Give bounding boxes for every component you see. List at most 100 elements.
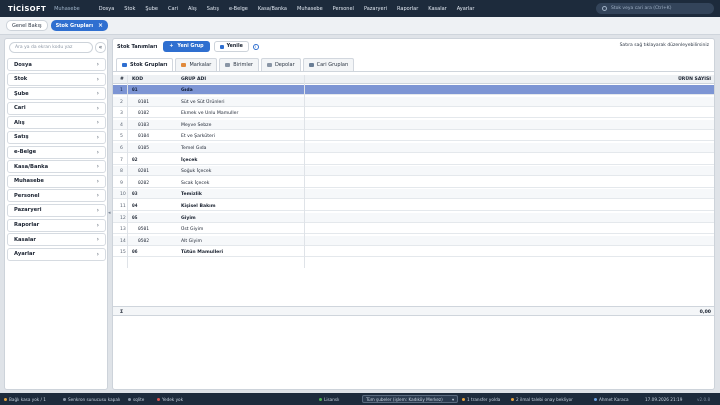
menu-raporlar[interactable]: Raporlar xyxy=(392,6,423,12)
sidebar-item-muhasebe[interactable]: Muhasebe › xyxy=(7,174,106,188)
table-row[interactable]: 8 0201 Soğuk İçecek xyxy=(113,166,714,177)
table-row[interactable]: 3 0102 Ekmek ve Unlu Mamuller xyxy=(113,108,714,119)
row-index: 12 xyxy=(120,215,126,221)
approval-dot-icon xyxy=(511,398,514,401)
sidebar-item-pazaryeri[interactable]: Pazaryeri › xyxy=(7,203,106,217)
table-row[interactable]: 2 0101 Süt ve Süt Ürünleri xyxy=(113,96,714,107)
new-group-button[interactable]: + Yeni Grup xyxy=(163,41,210,52)
column-code[interactable]: KOD xyxy=(132,77,143,82)
collapse-sidebar-button[interactable]: « xyxy=(95,42,106,53)
table-row[interactable]: 12 05 Giyim xyxy=(113,212,714,223)
close-icon[interactable]: × xyxy=(98,22,103,29)
table-row[interactable]: 15 06 Tütün Mamulleri xyxy=(113,247,714,258)
subtab-label: Markalar xyxy=(189,62,212,68)
sidebar-item-sube[interactable]: Şube › xyxy=(7,87,106,101)
table-row[interactable]: 11 04 Kişisel Bakım xyxy=(113,201,714,211)
sidebar-item-kasa-banka[interactable]: Kasa/Banka › xyxy=(7,160,106,174)
sidebar-item-label: Personel xyxy=(14,192,40,199)
column-count[interactable]: ÜRÜN SAYISI xyxy=(678,77,711,82)
table-row[interactable]: 9 0202 Sıcak İçecek xyxy=(113,178,714,188)
row-group-name: Soğuk İçecek xyxy=(181,169,212,175)
sidebar-item-label: Kasalar xyxy=(14,236,36,243)
sub-tabs: Stok Grupları Markalar Birimler Depolar … xyxy=(113,56,714,72)
menu-alis[interactable]: Alış xyxy=(183,6,202,12)
row-code: 01 xyxy=(132,88,138,93)
status-user[interactable]: Ahmet Karaca xyxy=(594,397,629,402)
row-index: 8 xyxy=(120,169,123,175)
info-icon[interactable]: i xyxy=(252,43,259,50)
menu-muhasebe[interactable]: Muhasebe xyxy=(292,6,328,12)
chevron-right-icon: › xyxy=(96,133,99,141)
row-group-name: Kişisel Bakım xyxy=(181,204,216,209)
refresh-button[interactable]: Yenile xyxy=(213,41,249,52)
column-name[interactable]: GRUP ADI xyxy=(181,77,206,82)
status-transfer[interactable]: 1 transfer yolda xyxy=(462,397,500,402)
sidebar-item-satis[interactable]: Satış › xyxy=(7,130,106,144)
top-bar: TİCİSOFT Muhasebe Dosya Stok Şube Cari A… xyxy=(0,0,720,17)
check-dot-icon xyxy=(319,398,322,401)
warehouse-icon xyxy=(266,63,272,67)
transfer-dot-icon xyxy=(462,398,465,401)
sidebar-item-label: Kasa/Banka xyxy=(14,163,49,170)
column-index[interactable]: # xyxy=(120,77,124,82)
sidebar-item-stok[interactable]: Stok › xyxy=(7,72,106,86)
tab-stok-gruplari[interactable]: Stok Grupları × xyxy=(50,20,109,31)
table-row[interactable]: 14 0502 Alt Giyim xyxy=(113,235,714,246)
sidebar-item-label: Şube xyxy=(14,90,29,97)
row-code: 0105 xyxy=(138,146,150,151)
table-row[interactable]: 4 0103 Meyve Sebze xyxy=(113,119,714,130)
tab-label: Genel Bakış xyxy=(12,22,42,29)
row-group-name: Tütün Mamulleri xyxy=(181,250,224,256)
tab-label: Stok Grupları xyxy=(55,22,94,29)
menu-ebelge[interactable]: e-Belge xyxy=(224,6,253,12)
menu-ayarlar[interactable]: Ayarlar xyxy=(452,6,480,12)
server-dot-icon xyxy=(63,398,66,401)
module-label: Muhasebe xyxy=(54,5,80,12)
table-row[interactable]: 10 03 Temizlik xyxy=(113,189,714,200)
subtab-cari-gruplari[interactable]: Cari Grupları xyxy=(302,58,355,71)
sidebar-item-ebelge[interactable]: e-Belge › xyxy=(7,145,106,159)
sidebar-item-alis[interactable]: Alış › xyxy=(7,116,106,130)
status-approvals[interactable]: 2 ilmal talebi onay bekliyor xyxy=(511,397,573,402)
tab-bar: Genel Bakış Stok Grupları × xyxy=(0,17,720,35)
menu-kasalar[interactable]: Kasalar xyxy=(423,6,451,12)
sidebar-item-ayarlar[interactable]: Ayarlar › xyxy=(7,247,106,261)
subtab-stok-gruplari[interactable]: Stok Grupları xyxy=(116,58,174,71)
column-divider xyxy=(304,75,305,268)
global-search[interactable]: Stok veya cari ara (Ctrl+K) xyxy=(596,3,714,14)
menu-stok[interactable]: Stok xyxy=(119,6,140,12)
tab-genel-bakis[interactable]: Genel Bakış xyxy=(6,20,48,31)
row-code: 0104 xyxy=(138,134,150,140)
sidebar-item-dosya[interactable]: Dosya › xyxy=(7,58,106,71)
menu-satis[interactable]: Satış xyxy=(202,6,224,12)
new-group-label: Yeni Grup xyxy=(177,44,204,49)
menu-cari[interactable]: Cari xyxy=(163,6,183,12)
sidebar-search-input[interactable]: Ara ya da ekran kodu yaz xyxy=(9,42,93,53)
menu-personel[interactable]: Personel xyxy=(328,6,359,12)
subtab-markalar[interactable]: Markalar xyxy=(175,58,218,71)
menu-pazaryeri[interactable]: Pazaryeri xyxy=(359,6,392,12)
table-row[interactable]: 1 01 Gıda xyxy=(113,85,714,95)
chevron-right-icon: › xyxy=(96,192,99,200)
subtab-birimler[interactable]: Birimler xyxy=(219,58,259,71)
row-group-name: İçecek xyxy=(181,157,198,163)
main-menu: Dosya Stok Şube Cari Alış Satış e-Belge … xyxy=(94,6,480,12)
expand-handle-icon[interactable]: ◂ xyxy=(108,210,111,216)
table-row[interactable]: 5 0104 Et ve Şarküteri xyxy=(113,131,714,142)
refresh-icon xyxy=(219,44,224,49)
table-row[interactable]: 6 0105 Temel Gıda xyxy=(113,143,714,153)
page-title: Stok Tanımları xyxy=(117,43,158,50)
sidebar-item-cari[interactable]: Cari › xyxy=(7,101,106,115)
sidebar-item-kasalar[interactable]: Kasalar › xyxy=(7,233,106,247)
subtab-depolar[interactable]: Depolar xyxy=(260,58,301,71)
menu-sube[interactable]: Şube xyxy=(140,6,163,12)
table-row[interactable]: 13 0501 Üst Giyim xyxy=(113,224,714,235)
menu-kasa-banka[interactable]: Kasa/Banka xyxy=(253,6,292,12)
sidebar-item-raporlar[interactable]: Raporlar › xyxy=(7,218,106,232)
menu-dosya[interactable]: Dosya xyxy=(94,6,120,12)
sidebar-item-personel[interactable]: Personel › xyxy=(7,189,106,203)
row-code: 0102 xyxy=(138,111,150,117)
app-logo[interactable]: TİCİSOFT xyxy=(0,5,46,13)
row-code: 02 xyxy=(132,157,138,163)
table-row[interactable]: 7 02 İçecek xyxy=(113,155,714,165)
